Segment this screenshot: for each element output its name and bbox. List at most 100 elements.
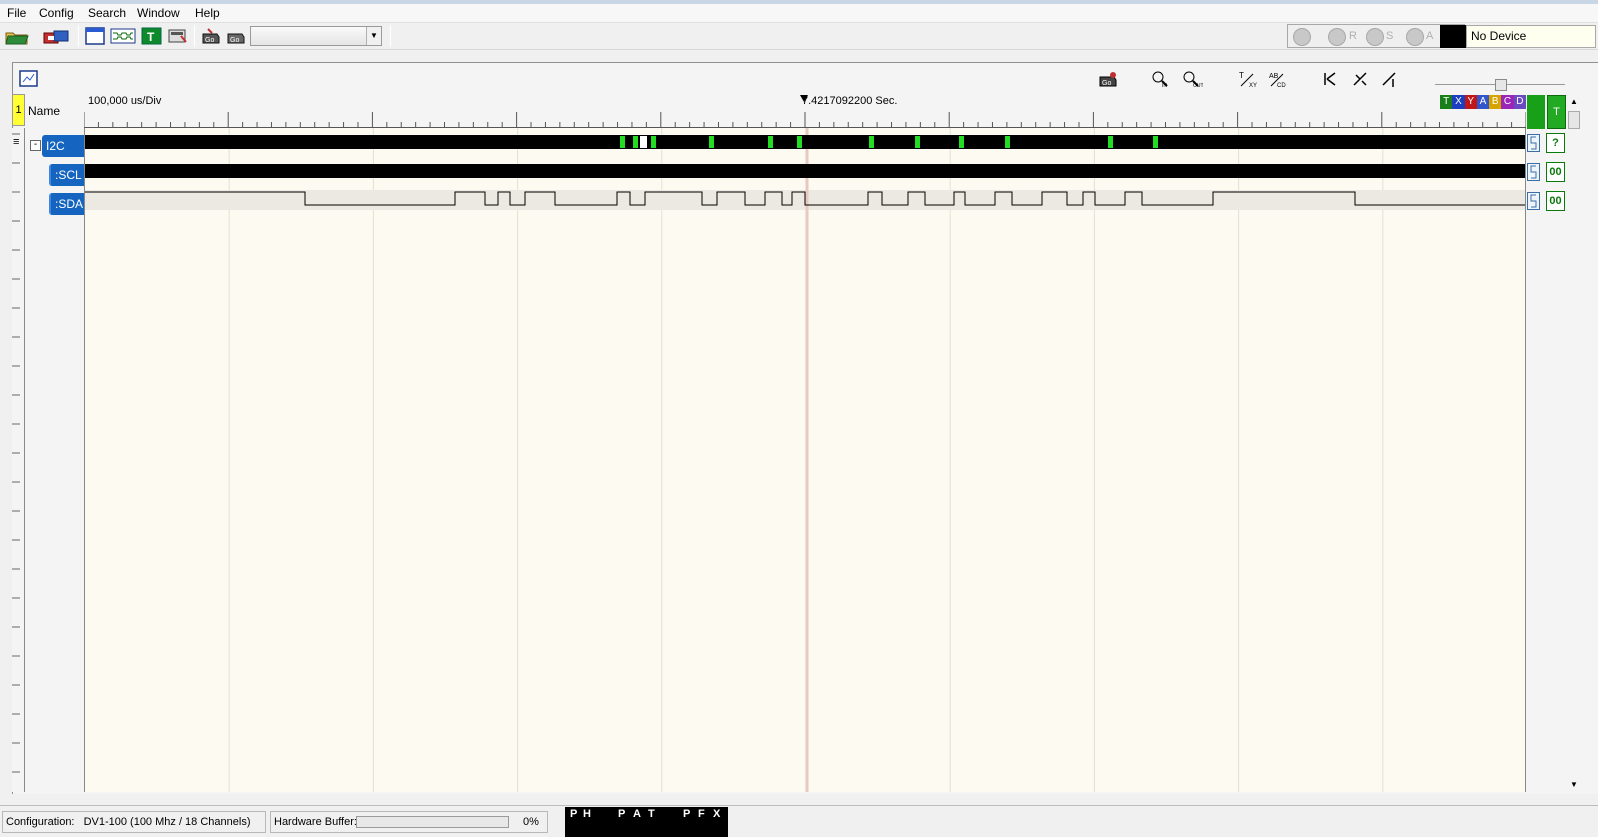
configuration-label: Configuration: <box>6 816 75 828</box>
menu-grip-icon[interactable]: ≡ <box>13 136 19 148</box>
pattern-letter: P <box>618 808 626 820</box>
legend-c[interactable]: C <box>1501 95 1514 109</box>
settings-icon[interactable] <box>167 26 189 46</box>
scl-trace <box>85 164 1525 178</box>
menu-search[interactable]: Search <box>87 5 127 22</box>
pattern-letter: A <box>633 808 641 820</box>
display-window-icon[interactable] <box>19 70 39 88</box>
i2c-packet-marker[interactable] <box>633 136 638 148</box>
trigger-button[interactable]: T <box>1547 95 1566 129</box>
cursor-abcd-icon[interactable]: AB CD <box>1267 70 1287 89</box>
capture-icon[interactable]: Go <box>200 26 222 46</box>
channel-tag-scl[interactable]: :SCL <box>49 164 84 186</box>
svg-text:Go: Go <box>205 37 214 44</box>
bus-icon[interactable] <box>110 26 136 46</box>
channel-tag-sda[interactable]: :SDA <box>49 193 84 215</box>
channel-tag-i2c[interactable]: I2C <box>42 135 84 157</box>
menu-window[interactable]: Window <box>136 5 181 22</box>
device-label: No Device <box>1466 25 1596 48</box>
svg-text:IN: IN <box>1162 83 1167 88</box>
i2c-packet-marker[interactable] <box>768 136 773 148</box>
pattern-letter: X <box>713 808 721 820</box>
i2c-packet-marker[interactable] <box>620 136 625 148</box>
horizontal-zoom-slider[interactable] <box>1435 79 1565 91</box>
capture-device-icon[interactable] <box>42 26 69 46</box>
pattern-status-panel: P H P A T P F X <box>565 807 728 837</box>
time-per-div-label: 100,000 us/Div <box>88 95 162 107</box>
run-controls: R S A <box>1287 24 1465 48</box>
svg-text:T: T <box>1239 71 1244 80</box>
cursor-xy-icon[interactable]: T XY <box>1237 70 1257 89</box>
i2c-packet-marker[interactable] <box>709 136 714 148</box>
goto-start-icon[interactable] <box>1322 70 1342 88</box>
i2c-packet-marker[interactable] <box>1153 136 1158 148</box>
configuration-panel: Configuration: DV1-100 (100 Mhz / 18 Cha… <box>2 811 266 833</box>
svg-text:T: T <box>147 30 155 44</box>
scroll-up-icon[interactable]: ▲ <box>1567 95 1581 109</box>
i2c-packet-marker[interactable] <box>651 136 656 148</box>
zoom-out-icon[interactable]: OUT <box>1181 70 1204 89</box>
chevron-down-icon[interactable]: ▼ <box>366 27 381 45</box>
i2c-packet-marker[interactable] <box>1005 136 1010 148</box>
svg-text:CD: CD <box>1277 83 1286 88</box>
hardware-buffer-panel: Hardware Buffer: 0% <box>270 811 548 833</box>
menu-bar: File Config Search Window Help <box>0 4 1598 23</box>
i2c-packet-marker[interactable] <box>869 136 874 148</box>
i2c-packet-marker[interactable] <box>959 136 964 148</box>
goto-cursor-icon[interactable] <box>1351 70 1371 88</box>
svg-text:Go: Go <box>230 37 239 44</box>
signal-type-icon[interactable] <box>1527 192 1540 210</box>
signal-type-icon[interactable] <box>1527 134 1540 152</box>
scroll-thumb[interactable] <box>1568 111 1580 129</box>
legend-y[interactable]: Y <box>1464 95 1477 109</box>
legend-t[interactable]: T <box>1440 95 1453 109</box>
stop-icon[interactable] <box>1366 28 1384 46</box>
toolbar-separator <box>194 25 195 47</box>
svg-text:OUT: OUT <box>1193 83 1203 88</box>
menu-help[interactable]: Help <box>194 5 221 22</box>
channel-value-i2c: ? <box>1546 133 1565 153</box>
vertical-scrollbar[interactable]: ▲ ▼ <box>1567 95 1581 792</box>
device-status-indicator <box>1440 25 1466 48</box>
slider-thumb[interactable] <box>1495 79 1507 91</box>
i2c-packet-marker[interactable] <box>640 136 647 148</box>
capture-options-icon[interactable]: Go <box>225 26 247 46</box>
window-icon[interactable] <box>84 26 106 46</box>
toolbar-separator <box>78 25 79 47</box>
run-a-label: A <box>1426 30 1434 42</box>
legend-a[interactable]: A <box>1476 95 1490 109</box>
name-column-header: Name <box>28 104 61 118</box>
run-icon[interactable] <box>1293 28 1311 46</box>
open-folder-icon[interactable] <box>4 26 29 46</box>
hardware-buffer-label: Hardware Buffer: <box>274 816 357 828</box>
scroll-down-icon[interactable]: ▼ <box>1567 778 1581 792</box>
hardware-buffer-progress <box>356 816 509 828</box>
i2c-packet-marker[interactable] <box>1108 136 1113 148</box>
abort-icon[interactable] <box>1406 28 1424 46</box>
legend-d[interactable]: D <box>1513 95 1526 109</box>
run-single-icon[interactable] <box>1328 28 1346 46</box>
zoom-in-icon[interactable]: IN <box>1150 70 1170 89</box>
snapshot-icon[interactable]: Go <box>1098 70 1118 88</box>
menu-config[interactable]: Config <box>38 5 75 22</box>
waveform-area[interactable] <box>84 128 1526 792</box>
goto-end-icon[interactable] <box>1380 70 1400 88</box>
i2c-packet-marker[interactable] <box>915 136 920 148</box>
time-ruler <box>84 112 1526 128</box>
i2c-bus-trace <box>85 135 1525 149</box>
channel-value-sda: 00 <box>1546 191 1565 211</box>
collapse-bus-toggle[interactable]: - <box>30 140 41 151</box>
legend-x[interactable]: X <box>1452 95 1465 109</box>
gutter-ticks <box>12 133 20 773</box>
svg-text:XY: XY <box>1249 83 1257 88</box>
svg-text:AB: AB <box>1269 73 1279 80</box>
signal-type-icon[interactable] <box>1527 163 1540 181</box>
i2c-packet-marker[interactable] <box>797 136 802 148</box>
capture-mode-select[interactable]: ▼ <box>250 26 382 46</box>
legend-b[interactable]: B <box>1489 95 1502 109</box>
status-bar: Configuration: DV1-100 (100 Mhz / 18 Cha… <box>0 805 1598 837</box>
row-number: 1 <box>12 94 25 126</box>
menu-file[interactable]: File <box>6 5 27 22</box>
pattern-letter: H <box>583 808 591 820</box>
trigger-t-icon[interactable]: T <box>141 26 163 46</box>
